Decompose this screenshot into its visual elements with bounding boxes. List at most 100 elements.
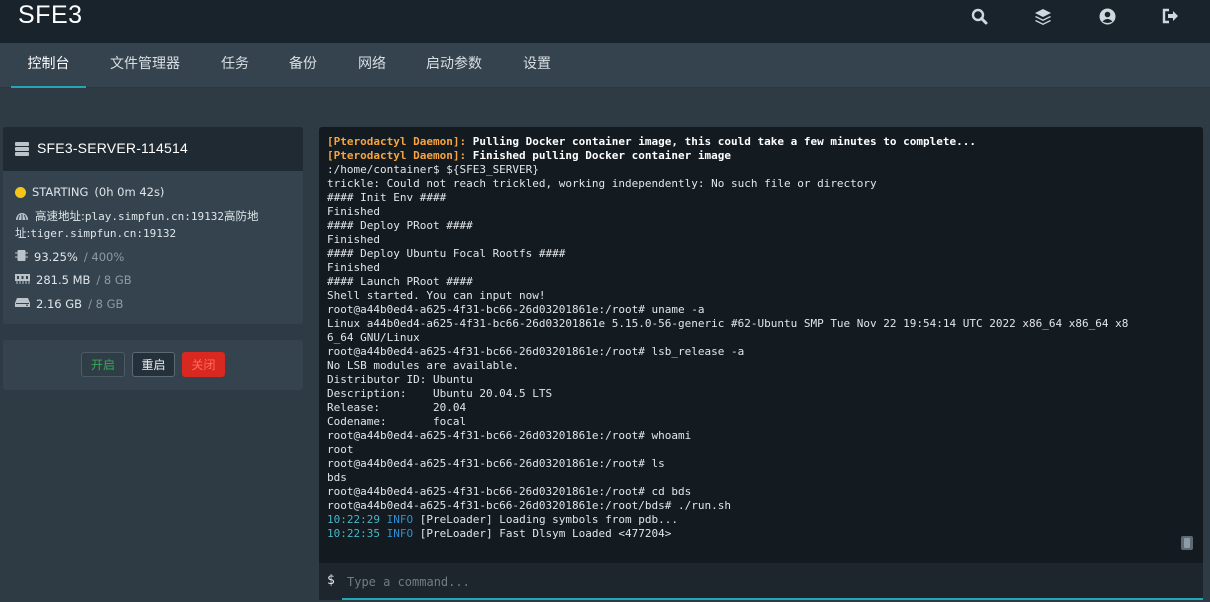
logout-icon[interactable] <box>1161 6 1181 26</box>
restart-button[interactable]: 重启 <box>132 352 175 377</box>
console-line: trickle: Could not reach trickled, worki… <box>327 177 1175 191</box>
tab-backups[interactable]: 备份 <box>278 43 328 88</box>
tab-console[interactable]: 控制台 <box>11 43 86 88</box>
account-icon[interactable] <box>1097 6 1117 26</box>
console-line: 6_64 GNU/Linux <box>327 331 1175 345</box>
disk-row: 2.16 GB / 8 GB <box>15 297 123 311</box>
console-lines: [Pterodactyl Daemon]: Pulling Docker con… <box>327 135 1175 541</box>
server-info-header: SFE3-SERVER-114514 <box>3 127 303 171</box>
tab-bar: 控制台 文件管理器 任务 备份 网络 启动参数 设置 <box>0 43 1210 88</box>
console-line: 10:22:35 INFO [PreLoader] Fast Dlsym Loa… <box>327 527 1175 541</box>
console-text: Finished <box>327 261 380 274</box>
daemon-prefix: [Pterodactyl Daemon]: <box>327 149 467 162</box>
search-icon[interactable] <box>969 6 989 26</box>
console-text: Finished <box>327 233 380 246</box>
console-line: Codename: focal <box>327 415 1175 429</box>
console-line: root@a44b0ed4-a625-4f31-bc66-26d03201861… <box>327 499 1175 513</box>
tab-file-manager[interactable]: 文件管理器 <box>100 43 190 88</box>
disk-limit: / 8 GB <box>88 297 124 311</box>
console-text: :/home/container$ ${SFE3_SERVER} <box>327 163 539 176</box>
console-text: root@a44b0ed4-a625-4f31-bc66-26d03201861… <box>327 303 705 316</box>
top-bar: SFE3 <box>0 0 1210 43</box>
memory-icon <box>15 273 30 287</box>
uptime-text: (0h 0m 42s) <box>94 185 165 199</box>
log-level: INFO <box>386 513 414 526</box>
cpu-icon <box>15 249 28 265</box>
console-line: Finished <box>327 205 1175 219</box>
app-title[interactable]: SFE3 <box>18 1 83 30</box>
console-line: [Pterodactyl Daemon]: Pulling Docker con… <box>327 135 1175 149</box>
console-output[interactable]: [Pterodactyl Daemon]: Pulling Docker con… <box>319 127 1203 563</box>
console-text: #### Deploy Ubuntu Focal Rootfs #### <box>327 247 566 260</box>
command-input-underline <box>342 598 1203 600</box>
console-line: Description: Ubuntu 20.04.5 LTS <box>327 387 1175 401</box>
ddos-address-value[interactable]: tiger.simpfun.cn:19132 <box>30 227 176 240</box>
layers-icon[interactable] <box>1033 6 1053 26</box>
console-text: root@a44b0ed4-a625-4f31-bc66-26d03201861… <box>327 429 692 442</box>
server-info-body: STARTING (0h 0m 42s) 高速地址:play.simpfun.c… <box>3 171 303 324</box>
cpu-row: 93.25% / 400% <box>15 249 124 265</box>
console-text: Linux a44b0ed4-a625-4f31-bc66-26d0320186… <box>327 317 1129 330</box>
console-line: root@a44b0ed4-a625-4f31-bc66-26d03201861… <box>327 485 1175 499</box>
start-button[interactable]: 开启 <box>81 352 125 377</box>
console-text: Description: Ubuntu 20.04.5 LTS <box>327 387 553 400</box>
console-text: Shell started. You can input now! <box>327 289 546 302</box>
console-line: :/home/container$ ${SFE3_SERVER} <box>327 163 1175 177</box>
cpu-limit: / 400% <box>83 250 125 264</box>
console-text: root@a44b0ed4-a625-4f31-bc66-26d03201861… <box>327 485 692 498</box>
memory-row: 281.5 MB / 8 GB <box>15 273 132 287</box>
console-text: root@a44b0ed4-a625-4f31-bc66-26d03201861… <box>327 345 745 358</box>
command-prompt: $ <box>327 573 335 588</box>
console-line: root@a44b0ed4-a625-4f31-bc66-26d03201861… <box>327 429 1175 443</box>
console-line: 10:22:29 INFO [PreLoader] Loading symbol… <box>327 513 1175 527</box>
console-text: Codename: focal <box>327 415 467 428</box>
console-line: root@a44b0ed4-a625-4f31-bc66-26d03201861… <box>327 345 1175 359</box>
daemon-prefix: [Pterodactyl Daemon]: <box>327 135 467 148</box>
server-name: SFE3-SERVER-114514 <box>37 140 188 156</box>
tab-tasks[interactable]: 任务 <box>210 43 260 88</box>
console-text: root@a44b0ed4-a625-4f31-bc66-26d03201861… <box>327 457 665 470</box>
tab-settings[interactable]: 设置 <box>512 43 562 88</box>
console-text: root@a44b0ed4-a625-4f31-bc66-26d03201861… <box>327 499 731 512</box>
console-line: root <box>327 443 1175 457</box>
console-text: #### Init Env #### <box>327 191 447 204</box>
console-text: [PreLoader] Fast Dlsym Loaded <477204> <box>413 527 672 540</box>
memory-usage: 281.5 MB <box>36 273 91 287</box>
memory-limit: / 8 GB <box>96 273 132 287</box>
console-line: Linux a44b0ed4-a625-4f31-bc66-26d0320186… <box>327 317 1175 331</box>
status-indicator <box>15 186 26 198</box>
console-line: No LSB modules are available. <box>327 359 1175 373</box>
console-line: Shell started. You can input now! <box>327 289 1175 303</box>
disk-usage: 2.16 GB <box>36 297 83 311</box>
console-line: Release: 20.04 <box>327 401 1175 415</box>
ddos-label-part1: 高防地 <box>223 209 259 223</box>
ddos-label-part2: 址: <box>15 226 31 240</box>
console-text: root <box>327 443 354 456</box>
command-input[interactable] <box>347 569 1187 595</box>
console-text: 6_64 GNU/Linux <box>327 331 420 344</box>
cpu-usage: 93.25% <box>34 250 78 264</box>
console-text: Distributor ID: Ubuntu <box>327 373 473 386</box>
server-icon <box>15 141 29 160</box>
tab-network[interactable]: 网络 <box>347 43 397 88</box>
status-text: STARTING <box>32 185 89 199</box>
console-text: bds <box>327 471 347 484</box>
scroll-to-bottom-icon[interactable] <box>1180 535 1194 551</box>
console-line: #### Deploy Ubuntu Focal Rootfs #### <box>327 247 1175 261</box>
console-line: Finished <box>327 233 1175 247</box>
tab-startup[interactable]: 启动参数 <box>416 43 492 88</box>
console-text: [PreLoader] Loading symbols from pdb... <box>413 513 679 526</box>
power-controls: 开启 重启 关闭 <box>3 340 303 390</box>
log-timestamp: 10:22:35 <box>327 527 380 540</box>
address-block: 高速地址:play.simpfun.cn:19132高防地 址:tiger.si… <box>15 208 300 242</box>
address-value[interactable]: play.simpfun.cn:19132 <box>85 210 224 223</box>
console-text: trickle: Could not reach trickled, worki… <box>327 177 877 190</box>
log-timestamp: 10:22:29 <box>327 513 380 526</box>
log-level: INFO <box>386 527 414 540</box>
address-label: 高速地址: <box>35 209 85 223</box>
console-text: Finished pulling Docker container image <box>466 149 731 162</box>
stop-button[interactable]: 关闭 <box>182 352 225 377</box>
console-line: bds <box>327 471 1175 485</box>
command-bar: $ <box>319 563 1203 600</box>
console-text: No LSB modules are available. <box>327 359 520 372</box>
